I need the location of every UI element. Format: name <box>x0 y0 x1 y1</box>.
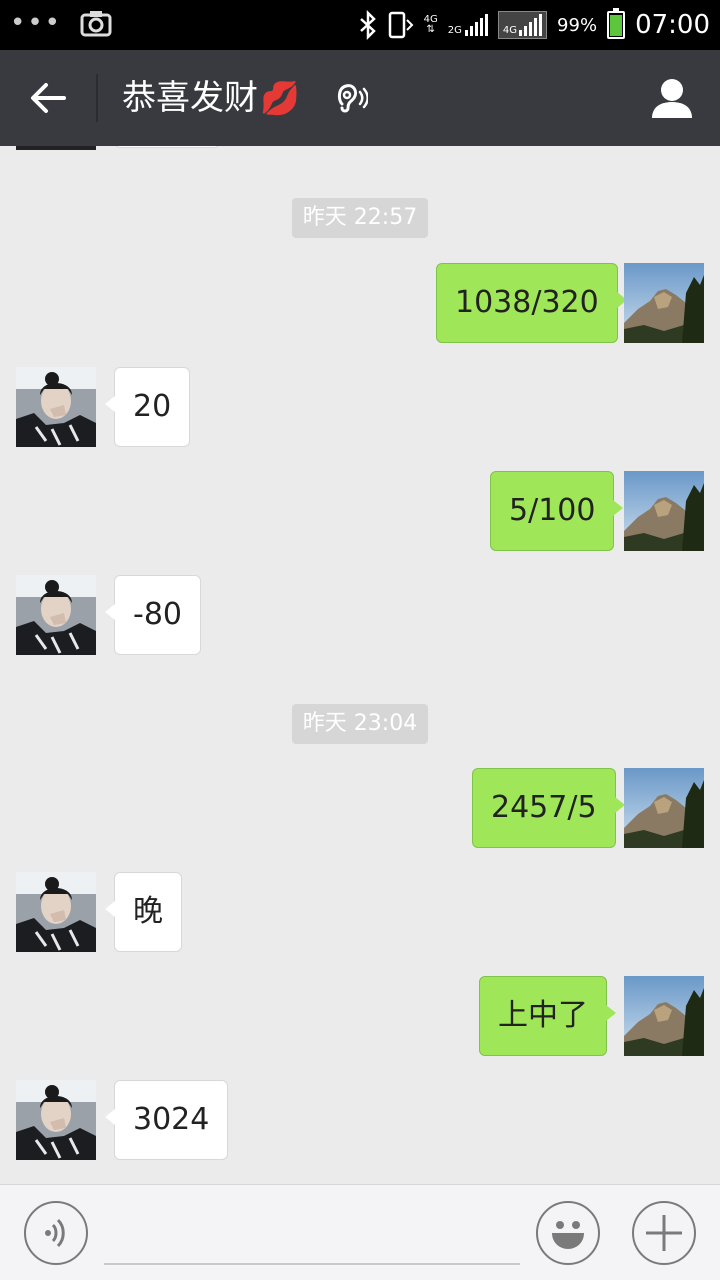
bluetooth-icon <box>359 10 376 40</box>
clock: 07:00 <box>635 10 710 40</box>
mountain-avatar-image <box>624 976 704 1056</box>
chat-title: 恭喜发财 💋 <box>122 76 300 120</box>
message-input[interactable] <box>104 1205 520 1265</box>
self-avatar[interactable] <box>624 263 704 343</box>
lte-signal-bars-icon <box>519 14 543 36</box>
plus-icon <box>646 1215 682 1251</box>
status-bar: ••• 4G ⇅ 2G 4G 99% 07:00 <box>0 0 720 50</box>
incoming-message[interactable]: 20 <box>104 367 191 447</box>
lips-emoji: 💋 <box>260 79 300 117</box>
outgoing-message[interactable]: 上中了 <box>479 976 616 1056</box>
message-list[interactable]: 昨天 22:57 1038/320 20 5/100 -80 昨天 23:04 … <box>0 146 720 1184</box>
contact-avatar[interactable] <box>16 872 96 952</box>
outgoing-message[interactable]: 5/100 <box>490 471 624 551</box>
arrow-left-icon <box>31 83 66 113</box>
more-options-button[interactable] <box>632 1201 696 1265</box>
mountain-avatar-image <box>624 768 704 848</box>
chat-title-text: 恭喜发财 <box>122 78 258 118</box>
battery-percent: 99% <box>557 14 598 36</box>
message-bubble-partial <box>114 146 220 148</box>
emoji-button[interactable] <box>536 1201 600 1265</box>
contact-photo-image <box>16 367 96 447</box>
lte-label: 4G <box>502 25 518 36</box>
contact-photo-image <box>16 872 96 952</box>
contact-avatar[interactable] <box>16 146 96 150</box>
battery-icon <box>607 8 626 39</box>
back-button[interactable] <box>24 74 72 122</box>
incoming-message[interactable]: 3024 <box>104 1080 229 1160</box>
mountain-avatar-image <box>624 263 704 343</box>
incoming-message[interactable]: 晚 <box>105 872 182 952</box>
network-type: 4G ⇅ <box>423 14 438 35</box>
voice-input-button[interactable] <box>24 1201 88 1265</box>
signal-bars-icon <box>464 14 488 36</box>
self-avatar[interactable] <box>624 976 704 1056</box>
input-bar <box>0 1184 720 1280</box>
timestamp: 昨天 22:57 <box>292 198 428 238</box>
contact-avatar[interactable] <box>16 1080 96 1160</box>
person-icon[interactable] <box>648 74 696 122</box>
contact-avatar[interactable] <box>16 367 96 447</box>
overflow-dots-icon: ••• <box>10 8 63 38</box>
timestamp: 昨天 23:04 <box>292 704 428 744</box>
outgoing-message[interactable]: 1038/320 <box>436 263 627 343</box>
self-avatar[interactable] <box>624 471 704 551</box>
outgoing-message[interactable]: 2457/5 <box>472 768 625 848</box>
mountain-avatar-image <box>624 471 704 551</box>
self-avatar[interactable] <box>624 768 704 848</box>
voice-input-icon <box>45 1218 65 1248</box>
battery-level <box>610 15 623 36</box>
network-2g-label: 2G <box>447 25 462 36</box>
contact-photo-image <box>16 1080 96 1160</box>
contact-photo-image <box>16 575 96 655</box>
lte-signal: 4G <box>497 11 548 39</box>
signal-2g: 2G <box>448 14 488 36</box>
phone-vibrate-icon <box>388 11 414 39</box>
smiley-icon <box>552 1221 584 1249</box>
camera-icon <box>80 11 112 37</box>
incoming-message[interactable]: -80 <box>105 575 201 655</box>
chat-header: 恭喜发财 💋 <box>0 50 720 146</box>
header-divider <box>96 74 98 122</box>
contact-avatar[interactable] <box>16 575 96 655</box>
earpiece-mode-icon[interactable] <box>332 80 368 116</box>
